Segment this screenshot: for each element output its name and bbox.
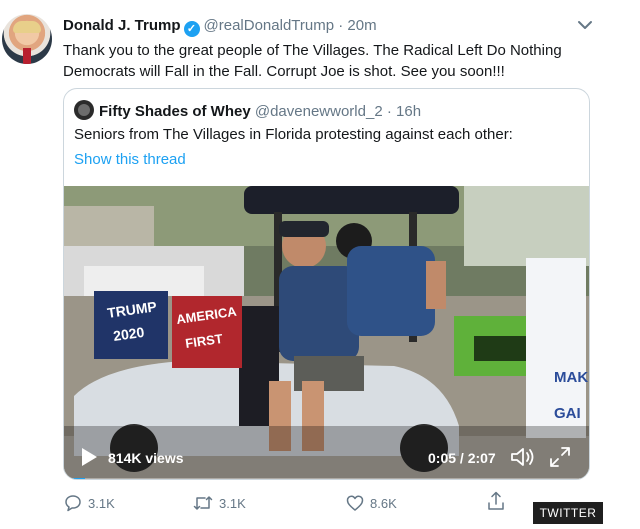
author-name[interactable]: Donald J. Trump — [63, 17, 181, 34]
show-thread-link[interactable]: Show this thread — [74, 151, 186, 168]
quoted-author-avatar — [74, 100, 94, 120]
retweet-button[interactable]: 3.1K — [193, 494, 246, 512]
author-avatar[interactable] — [2, 14, 52, 64]
video-progress-bar[interactable] — [64, 478, 589, 479]
share-button[interactable] — [487, 491, 511, 511]
reply-icon — [65, 495, 81, 512]
author-handle[interactable]: @realDonaldTrump — [204, 17, 335, 34]
video-time: 0:05 / 2:07 — [428, 450, 496, 466]
tweet-time[interactable]: 20m — [347, 17, 376, 34]
quoted-tweet-header: Fifty Shades of Whey @davenewworld_2 · 1… — [74, 100, 421, 120]
like-button[interactable]: 8.6K — [346, 494, 397, 512]
reply-button[interactable]: 3.1K — [64, 494, 115, 512]
like-count: 8.6K — [370, 496, 397, 511]
heart-icon — [346, 495, 364, 511]
tweet-text: Thank you to the great people of The Vil… — [63, 42, 562, 80]
right-sign-line1: MAK — [554, 369, 588, 386]
play-icon[interactable] — [80, 447, 98, 467]
quoted-tweet-time: 16h — [396, 103, 422, 120]
video-progress-fill — [64, 478, 86, 479]
source-badge: TWITTER — [533, 502, 603, 524]
retweet-icon — [193, 496, 213, 510]
verified-badge-icon: ✓ — [183, 21, 200, 37]
tweet-header: Donald J. Trump ✓ @realDonaldTrump · 20m — [63, 17, 377, 37]
chevron-down-icon[interactable] — [577, 19, 593, 31]
video-view-count: 814K views — [108, 450, 184, 466]
quoted-tweet-text: Seniors from The Villages in Florida pro… — [74, 126, 513, 143]
right-sign-line2: GAI — [554, 405, 581, 422]
video-player[interactable]: MAK GAI TRUMP 2020 AMERICA FIRST 814K vi… — [64, 186, 589, 479]
quoted-author-name: Fifty Shades of Whey — [99, 103, 251, 120]
quoted-separator: · — [386, 103, 392, 120]
quoted-author-handle: @davenewworld_2 — [254, 103, 383, 120]
quoted-tweet-card[interactable]: Fifty Shades of Whey @davenewworld_2 · 1… — [63, 88, 590, 480]
retweet-count: 3.1K — [219, 496, 246, 511]
header-separator: · — [338, 17, 344, 34]
video-frame: MAK GAI TRUMP 2020 AMERICA FIRST — [64, 186, 589, 479]
volume-icon[interactable] — [510, 446, 536, 468]
share-icon — [488, 491, 504, 510]
fullscreen-icon[interactable] — [549, 446, 571, 468]
reply-count: 3.1K — [88, 496, 115, 511]
